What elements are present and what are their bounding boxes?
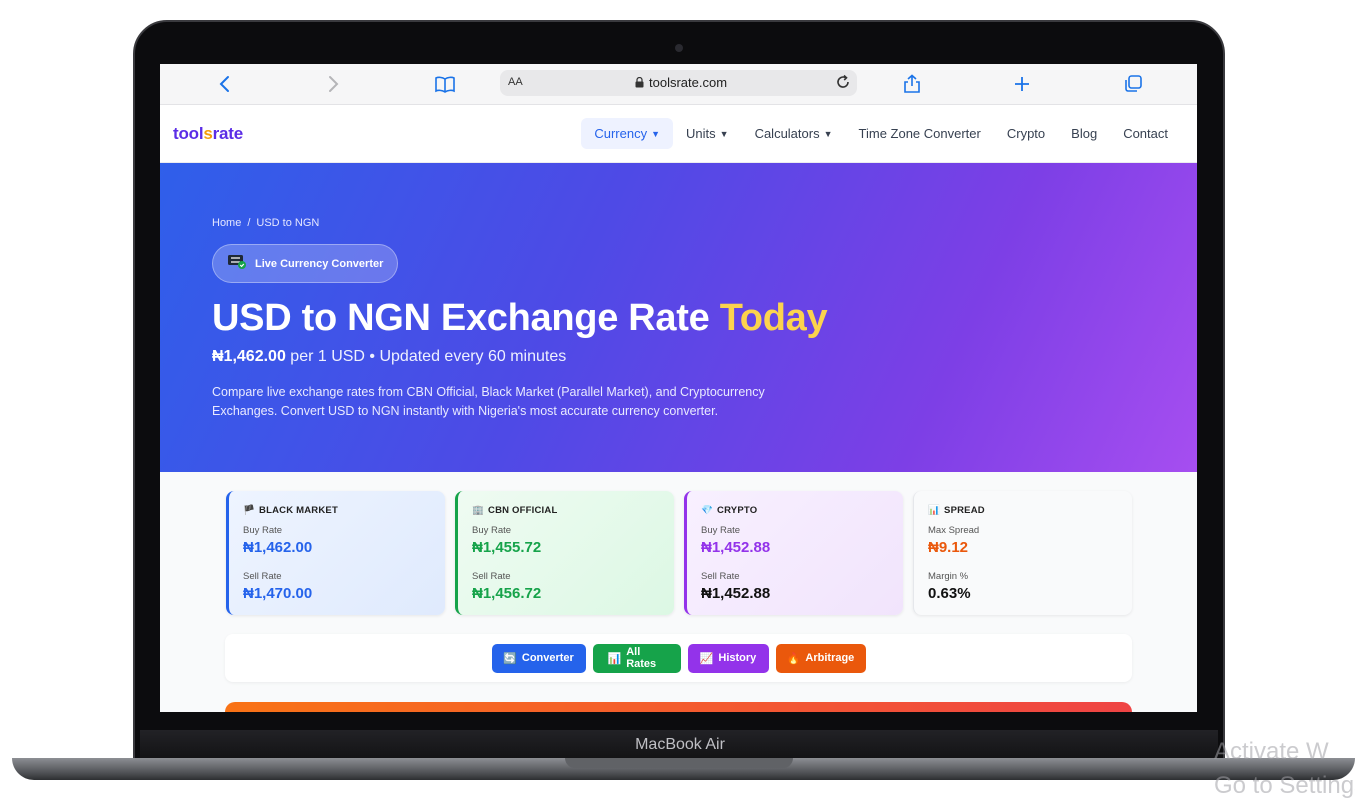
card-label: Buy Rate	[472, 525, 512, 536]
device-mockup: AA toolsrate.com toolsrate Currency ▼ Un…	[0, 0, 1355, 811]
lock-icon	[635, 77, 644, 88]
refresh-icon: 🔄	[503, 652, 517, 665]
text-size-button[interactable]: AA	[508, 76, 523, 88]
rates-section: 🏴 BLACK MARKET Buy Rate ₦1,462.00 Sell Ra…	[160, 472, 1197, 712]
card-label: Buy Rate	[701, 525, 741, 536]
card-value: ₦1,452.88	[701, 539, 771, 556]
card-label: Buy Rate	[243, 525, 283, 536]
bookmarks-icon[interactable]	[433, 72, 457, 96]
chevron-down-icon: ▼	[823, 128, 833, 139]
address-bar[interactable]: AA toolsrate.com	[500, 70, 857, 96]
rate-cards: 🏴 BLACK MARKET Buy Rate ₦1,462.00 Sell Ra…	[226, 491, 1132, 615]
tool-tabs: 🔄 Converter 📊 All Rates 📈 History 🔥 Arbitrag…	[225, 634, 1132, 682]
new-tab-icon[interactable]	[1010, 72, 1034, 96]
reload-icon[interactable]	[835, 74, 851, 95]
page-title: USD to NGN Exchange Rate Today	[212, 297, 828, 339]
hero-section: Home / USD to NGN Live Currency Converte…	[160, 163, 1197, 472]
device-model-label: MacBook Air	[635, 736, 725, 753]
card-title: SPREAD	[944, 505, 985, 516]
card-label: Margin %	[928, 571, 969, 582]
card-spread: 📊 SPREAD Max Spread ₦9.12 Margin % 0.63%	[913, 491, 1132, 615]
chevron-down-icon: ▼	[651, 128, 661, 139]
tab-all-rates[interactable]: 📊 All Rates	[592, 643, 681, 673]
laptop-notch	[565, 758, 793, 768]
card-value: ₦9.12	[928, 539, 969, 556]
diamond-icon: 💎	[701, 505, 714, 516]
nav-item-time-zone-converter[interactable]: Time Zone Converter	[846, 118, 994, 149]
exchange-icon	[227, 252, 247, 275]
breadcrumb-home[interactable]: Home	[212, 217, 241, 229]
fire-icon: 🔥	[786, 652, 801, 665]
main-nav: Currency ▼ Units ▼ Calculators ▼ Time Zone …	[581, 118, 1181, 149]
breadcrumb-separator: /	[247, 217, 251, 229]
card-value: 0.63%	[928, 585, 971, 602]
card-value: ₦1,455.72	[472, 539, 542, 556]
forward-icon[interactable]	[322, 72, 346, 96]
card-value: ₦1,470.00	[243, 585, 313, 602]
nav-item-units[interactable]: Units ▼	[673, 118, 742, 149]
nav-item-crypto[interactable]: Crypto	[994, 118, 1058, 149]
trend-chart-icon: 📈	[699, 652, 714, 665]
bar-chart-icon: 📊	[928, 505, 941, 516]
card-label: Sell Rate	[701, 571, 740, 582]
tab-converter[interactable]: 🔄 Converter	[491, 643, 586, 673]
tabs-overview-icon[interactable]	[1121, 72, 1145, 96]
card-title: CBN OFFICIAL	[488, 505, 558, 516]
live-converter-badge: Live Currency Converter	[212, 244, 399, 283]
bank-icon: 🏢	[472, 505, 485, 516]
card-title: BLACK MARKET	[259, 505, 338, 516]
nav-item-blog[interactable]: Blog	[1058, 118, 1110, 149]
next-section-header	[225, 702, 1132, 712]
card-value: ₦1,452.88	[701, 585, 771, 602]
hero-rate-summary: ₦1,462.00 per 1 USD • Updated every 60 m…	[212, 348, 567, 365]
site-header: toolsrate Currency ▼ Units ▼ Calculators ▼ …	[160, 105, 1197, 163]
url-text: toolsrate.com	[649, 75, 728, 90]
flag-icon: 🏴	[243, 505, 256, 516]
breadcrumb-current: USD to NGN	[256, 217, 320, 229]
camera-icon	[675, 44, 683, 52]
card-black-market: 🏴 BLACK MARKET Buy Rate ₦1,462.00 Sell Ra…	[226, 491, 445, 615]
card-crypto: 💎 CRYPTO Buy Rate ₦1,452.88 Sell Rate ₦1,…	[684, 491, 903, 615]
site-logo[interactable]: toolsrate	[173, 124, 243, 144]
os-activation-watermark: Activate W Go to Settings	[1214, 738, 1355, 799]
card-value: ₦1,462.00	[243, 539, 313, 556]
tab-arbitrage[interactable]: 🔥 Arbitrage	[775, 643, 866, 673]
card-label: Sell Rate	[243, 571, 282, 582]
back-icon[interactable]	[212, 72, 236, 96]
url-display: toolsrate.com	[635, 75, 727, 90]
nav-item-currency[interactable]: Currency ▼	[581, 118, 674, 149]
share-icon[interactable]	[900, 72, 924, 96]
card-cbn-official: 🏢 CBN OFFICIAL Buy Rate ₦1,455.72 Sell Ra…	[455, 491, 674, 615]
nav-item-contact[interactable]: Contact	[1110, 118, 1181, 149]
card-label: Max Spread	[928, 525, 980, 536]
nav-item-calculators[interactable]: Calculators ▼	[742, 118, 846, 149]
breadcrumb: Home / USD to NGN	[212, 217, 319, 229]
card-value: ₦1,456.72	[472, 585, 542, 602]
card-title: CRYPTO	[717, 505, 758, 516]
chevron-down-icon: ▼	[719, 128, 729, 139]
browser-toolbar: AA toolsrate.com	[160, 64, 1197, 105]
tab-history[interactable]: 📈 History	[687, 643, 769, 673]
screen: AA toolsrate.com toolsrate Currency ▼ Un…	[160, 64, 1197, 712]
bar-chart-icon: 📊	[607, 652, 622, 665]
card-label: Sell Rate	[472, 571, 511, 582]
hero-description: Compare live exchange rates from CBN Off…	[212, 385, 765, 418]
